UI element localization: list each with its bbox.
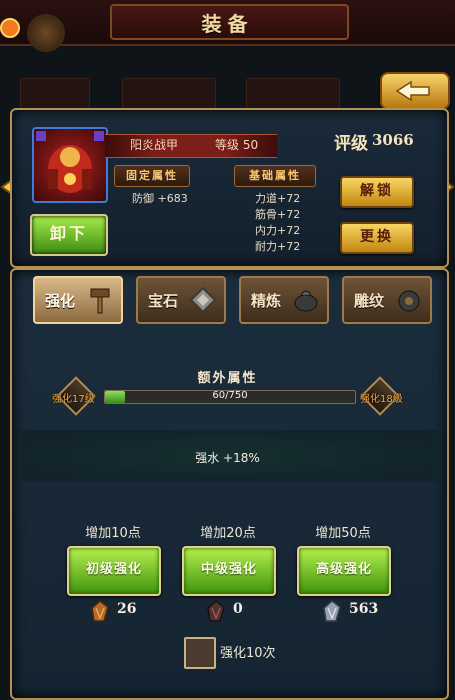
menu-coin-icon[interactable] bbox=[27, 14, 65, 52]
back-arrow-icon bbox=[395, 80, 430, 102]
tab-enhance-label: 强化 bbox=[45, 292, 76, 310]
notification-dot-icon bbox=[0, 18, 20, 38]
gem-icon bbox=[189, 286, 217, 314]
tab-engrave-label: 雕纹 bbox=[354, 292, 385, 310]
tab-enhance[interactable]: 强化 bbox=[33, 276, 123, 324]
furnace-icon bbox=[294, 290, 318, 312]
enhance-progress-text: 60/750 bbox=[212, 390, 248, 401]
rating-value: 3066 bbox=[372, 131, 414, 149]
background-tab-1 bbox=[20, 78, 90, 110]
add-points-label-medium: 增加20点 bbox=[200, 526, 256, 541]
back-button[interactable] bbox=[380, 72, 450, 110]
hammer-icon bbox=[90, 288, 110, 314]
fixed-attribute-defense: 防御 +683 bbox=[132, 192, 188, 205]
basic-cost: 26 bbox=[117, 601, 137, 617]
base-attributes-title: 基础属性 bbox=[234, 165, 316, 187]
background-tab-2 bbox=[122, 78, 216, 110]
advanced-stone-icon bbox=[323, 600, 341, 622]
fixed-attributes-title: 固定属性 bbox=[114, 165, 190, 187]
tab-gem[interactable]: 宝石 bbox=[136, 276, 226, 324]
basic-stone-icon bbox=[91, 600, 109, 622]
current-level-label: 强化17级 bbox=[52, 394, 95, 405]
base-attribute-2: 筋骨+72 bbox=[255, 208, 301, 221]
equipment-portrait[interactable] bbox=[32, 127, 108, 203]
equipment-panel: 卸下 阳炎战甲 等级 50 固定属性 基础属性 防御 +683 力道+72 筋骨… bbox=[10, 108, 449, 268]
item-name: 阳炎战甲 bbox=[130, 138, 179, 152]
medium-stone-icon bbox=[207, 600, 225, 622]
enhance-bonus: 强水 +18% bbox=[195, 451, 260, 465]
tab-refine[interactable]: 精炼 bbox=[239, 276, 329, 324]
unlock-button[interactable]: 解锁 bbox=[340, 176, 414, 208]
title-bar: 装备 bbox=[0, 0, 455, 52]
enhance-progress-bar: 60/750 bbox=[104, 390, 356, 404]
enhance-panel bbox=[10, 268, 449, 700]
advanced-cost: 563 bbox=[349, 601, 379, 617]
repeat-enhance-label: 强化10次 bbox=[220, 646, 276, 661]
add-points-label-basic: 增加10点 bbox=[85, 526, 141, 541]
base-attribute-3: 内力+72 bbox=[255, 224, 301, 237]
basic-enhance-button[interactable]: 初级强化 bbox=[67, 546, 161, 596]
next-level-label: 强化18级 bbox=[360, 394, 403, 405]
advanced-enhance-button[interactable]: 高级强化 bbox=[297, 546, 391, 596]
page-title: 装备 bbox=[201, 12, 254, 36]
background-tab-3 bbox=[246, 78, 340, 110]
medium-cost: 0 bbox=[233, 601, 243, 617]
tab-engrave[interactable]: 雕纹 bbox=[342, 276, 432, 324]
base-attribute-4: 耐力+72 bbox=[255, 240, 301, 253]
unequip-button[interactable]: 卸下 bbox=[30, 214, 108, 256]
engrave-icon bbox=[398, 290, 420, 312]
item-level: 等级 50 bbox=[215, 138, 259, 152]
tab-refine-label: 精炼 bbox=[251, 292, 282, 310]
repeat-enhance-checkbox[interactable] bbox=[184, 637, 216, 669]
medium-enhance-button[interactable]: 中级强化 bbox=[182, 546, 276, 596]
base-attribute-1: 力道+72 bbox=[255, 192, 301, 205]
tab-gem-label: 宝石 bbox=[148, 292, 179, 310]
add-points-label-advanced: 增加50点 bbox=[315, 526, 371, 541]
armor-icon bbox=[36, 131, 104, 193]
rating-label: 评级 bbox=[334, 134, 368, 154]
replace-button[interactable]: 更换 bbox=[340, 222, 414, 254]
